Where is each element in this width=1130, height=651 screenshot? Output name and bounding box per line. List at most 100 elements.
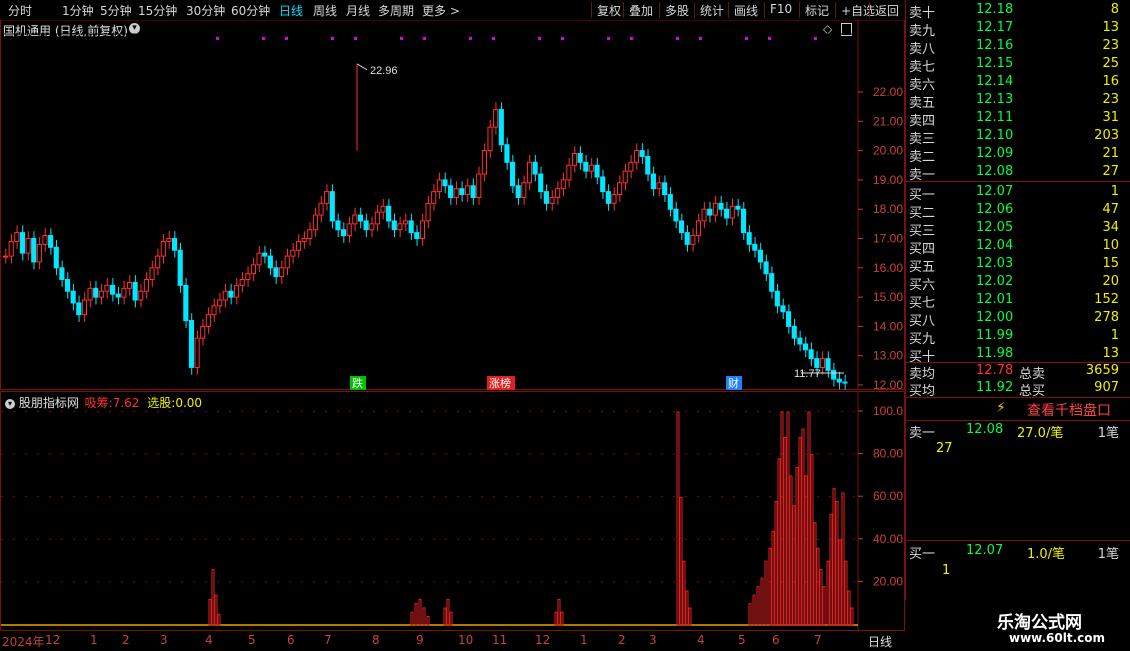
indicator-bar	[557, 598, 561, 626]
sub-grid-dot	[25, 453, 27, 455]
candle	[695, 220, 702, 237]
candle	[380, 205, 386, 213]
candle	[611, 194, 617, 204]
sub-grid-dot	[361, 581, 363, 583]
period-tab-5[interactable]: 60分钟	[231, 2, 270, 19]
sub-grid-dot	[853, 411, 855, 412]
period-tab-1[interactable]: 1分钟	[62, 2, 94, 19]
indicator-bar	[850, 607, 854, 626]
toolbar-action-5[interactable]: F10	[770, 2, 792, 16]
sub-grid-dot	[745, 538, 747, 540]
sub-grid-dot	[793, 453, 795, 455]
candle	[425, 202, 431, 222]
sub-grid-dot	[73, 581, 75, 583]
indicator-bar	[414, 603, 418, 626]
y-tick-label: 13.00	[873, 349, 903, 363]
view-depth-button[interactable]: 查看千档盘口	[1027, 400, 1111, 420]
ask-volume: 8	[1110, 2, 1119, 17]
sub-grid-dot	[373, 453, 375, 455]
candle	[172, 238, 178, 251]
sub-grid-dot	[625, 496, 627, 498]
period-tab-8[interactable]: 月线	[346, 2, 370, 19]
sub-grid-dot	[13, 496, 15, 498]
candle	[177, 249, 183, 286]
toolbar-divider	[659, 2, 660, 18]
sub-grid-dot	[361, 453, 363, 455]
candle	[757, 249, 763, 263]
total-buy-value: 907	[1094, 380, 1119, 395]
toolbar-action-6[interactable]: 标记	[805, 2, 829, 19]
indicator-chart[interactable]: ▾ 股朋指标网 吸筹:7.62 选股:0.00 100.0 80.00 60.00 4…	[0, 391, 905, 632]
candle	[791, 325, 797, 339]
sub-grid-dot	[709, 453, 711, 455]
candle	[769, 273, 775, 292]
indicator-bar	[443, 607, 447, 626]
sub-grid-dot	[457, 581, 459, 583]
sub-grid-dot	[13, 411, 15, 412]
ask-volume: 23	[1102, 92, 1119, 107]
sub-grid-dot	[601, 581, 603, 583]
candle	[110, 284, 116, 295]
sub-grid-dot	[13, 453, 15, 455]
sub-grid-dot	[481, 538, 483, 540]
best-ask-price: 12.08	[966, 422, 1004, 437]
candle	[419, 220, 426, 239]
sub-grid-dot	[265, 453, 267, 455]
sub-grid-dot	[361, 496, 363, 498]
sub-grid-dot	[445, 453, 447, 455]
sub-grid-dot	[1, 538, 3, 540]
indicator-bar	[768, 547, 772, 626]
period-tab-6[interactable]: 日线	[279, 2, 303, 19]
sub-grid-dot	[85, 453, 87, 455]
sub-grid-dot	[685, 453, 687, 455]
sub-grid-dot	[301, 581, 303, 583]
indicator-bar	[418, 598, 422, 626]
candle	[724, 208, 730, 219]
y-tick-label: 15.00	[873, 290, 903, 304]
ask-row: 卖三 12.10 203	[906, 127, 1121, 147]
sub-grid-dot	[409, 453, 411, 455]
toolbar-action-1[interactable]: 叠加	[629, 2, 653, 19]
sub-grid-dot	[385, 411, 387, 412]
period-tab-9[interactable]: 多周期	[378, 2, 414, 19]
sub-grid-dot	[613, 453, 615, 455]
period-tab-4[interactable]: 30分钟	[186, 2, 225, 19]
indicator-bar	[847, 590, 851, 626]
candle	[307, 229, 313, 240]
candle	[617, 182, 623, 196]
period-tab-0[interactable]: 分时	[8, 2, 32, 19]
toolbar-action-3[interactable]: 统计	[700, 2, 724, 19]
ask-row: 卖九 12.17 13	[906, 19, 1121, 39]
period-tab-10[interactable]: 更多 >	[422, 2, 460, 19]
toolbar-action-2[interactable]: 多股	[665, 2, 689, 19]
sub-grid-dot	[313, 453, 315, 455]
sub-grid-dot	[337, 453, 339, 455]
sub-grid-dot	[337, 538, 339, 540]
toolbar-action-8[interactable]: 返回	[875, 2, 899, 19]
sub-grid-dot	[37, 581, 39, 583]
period-tab-3[interactable]: 15分钟	[138, 2, 177, 19]
period-tab-7[interactable]: 周线	[313, 2, 337, 19]
indicator-bar	[816, 547, 820, 626]
sub-grid-dot	[841, 453, 843, 455]
sub-grid-dot	[637, 496, 639, 498]
candle	[352, 214, 358, 225]
sub-grid-dot	[25, 538, 27, 540]
sub-grid-dot	[601, 453, 603, 455]
sub-grid-dot	[97, 496, 99, 498]
toolbar-action-4[interactable]: 画线	[734, 2, 758, 19]
sub-grid-dot	[721, 581, 723, 583]
sub-grid-dot	[661, 453, 663, 455]
indicator-bar	[819, 569, 823, 626]
sub-grid-dot	[421, 581, 423, 583]
candle	[81, 299, 88, 316]
candlestick-chart[interactable]: 国机通用 (日线,前复权) ▾ ◇ 22.00 21.00 20.00 19.00 18…	[0, 20, 905, 390]
sub-grid-dot	[1, 453, 3, 455]
toolbar-action-0[interactable]: 复权	[597, 2, 621, 19]
sub-grid-dot	[469, 496, 471, 498]
time-tick-label: 6	[287, 633, 295, 647]
event-tag-label: 跌	[352, 376, 363, 390]
period-tab-2[interactable]: 5分钟	[100, 2, 132, 19]
sub-grid-dot	[433, 411, 435, 412]
sub-grid-dot	[493, 581, 495, 583]
